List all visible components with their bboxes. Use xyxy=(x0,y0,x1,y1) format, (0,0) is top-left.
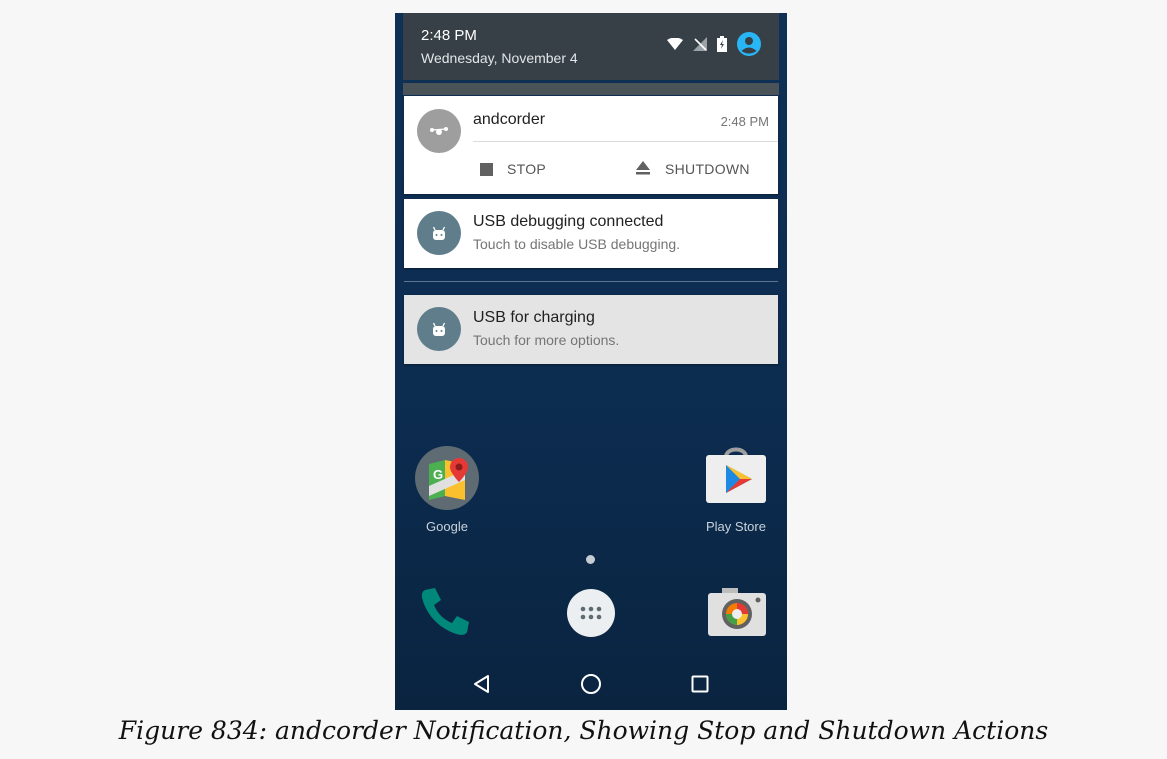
camera-icon[interactable] xyxy=(708,588,766,641)
stop-action-label: STOP xyxy=(507,161,547,177)
notification-divider xyxy=(473,141,778,142)
header-divider xyxy=(403,83,779,95)
andcorder-icon xyxy=(417,109,461,153)
notification-title: USB debugging connected xyxy=(473,213,664,230)
wifi-icon xyxy=(667,37,683,55)
play-store-icon xyxy=(704,445,768,510)
home-button[interactable] xyxy=(576,671,606,701)
figure-caption: Figure 834: andcorder Notification, Show… xyxy=(118,716,1049,745)
home-icon xyxy=(580,673,602,700)
notification-andcorder[interactable]: andcorder 2:48 PM STOP SHUTDOWN xyxy=(404,96,778,194)
notification-usb-charging[interactable]: USB for charging Touch for more options. xyxy=(404,295,778,364)
google-maps-icon: G xyxy=(415,446,479,515)
notification-title: USB for charging xyxy=(473,309,595,326)
notification-subtitle: Touch for more options. xyxy=(473,332,620,348)
notification-usb-debugging[interactable]: USB debugging connected Touch to disable… xyxy=(404,199,778,268)
app-play-store[interactable]: Play Store xyxy=(695,445,777,537)
eject-icon xyxy=(635,160,651,179)
status-icons xyxy=(667,31,761,61)
status-time: 2:48 PM xyxy=(421,27,477,44)
shutdown-action-label: SHUTDOWN xyxy=(665,161,750,177)
notification-header[interactable]: 2:48 PM Wednesday, November 4 xyxy=(403,13,779,80)
phone-screen: 2:48 PM Wednesday, November 4 andcorder … xyxy=(395,13,787,710)
phone-icon[interactable] xyxy=(419,586,471,643)
notification-group-divider xyxy=(404,281,778,282)
battery-charging-icon xyxy=(717,35,727,57)
notification-app-name: andcorder xyxy=(473,111,546,128)
android-icon xyxy=(417,307,461,351)
stop-action-button[interactable]: STOP xyxy=(480,156,546,182)
android-icon xyxy=(417,211,461,255)
app-label: Google xyxy=(426,519,468,534)
app-label: Play Store xyxy=(706,519,766,534)
notification-subtitle: Touch to disable USB debugging. xyxy=(473,236,681,252)
notification-time: 2:48 PM xyxy=(720,114,769,129)
no-signal-icon xyxy=(693,36,707,56)
back-button[interactable] xyxy=(467,671,497,701)
recents-icon xyxy=(691,675,709,698)
status-date: Wednesday, November 4 xyxy=(421,50,578,66)
account-icon[interactable] xyxy=(737,31,761,61)
svg-text:G: G xyxy=(433,467,443,482)
app-google[interactable]: G Google xyxy=(414,445,480,537)
shutdown-action-button[interactable]: SHUTDOWN xyxy=(635,156,750,182)
stop-icon xyxy=(480,162,493,176)
recents-button[interactable] xyxy=(685,671,715,701)
back-icon xyxy=(472,674,492,699)
app-drawer-icon[interactable] xyxy=(567,589,615,642)
page-indicator xyxy=(586,555,595,564)
